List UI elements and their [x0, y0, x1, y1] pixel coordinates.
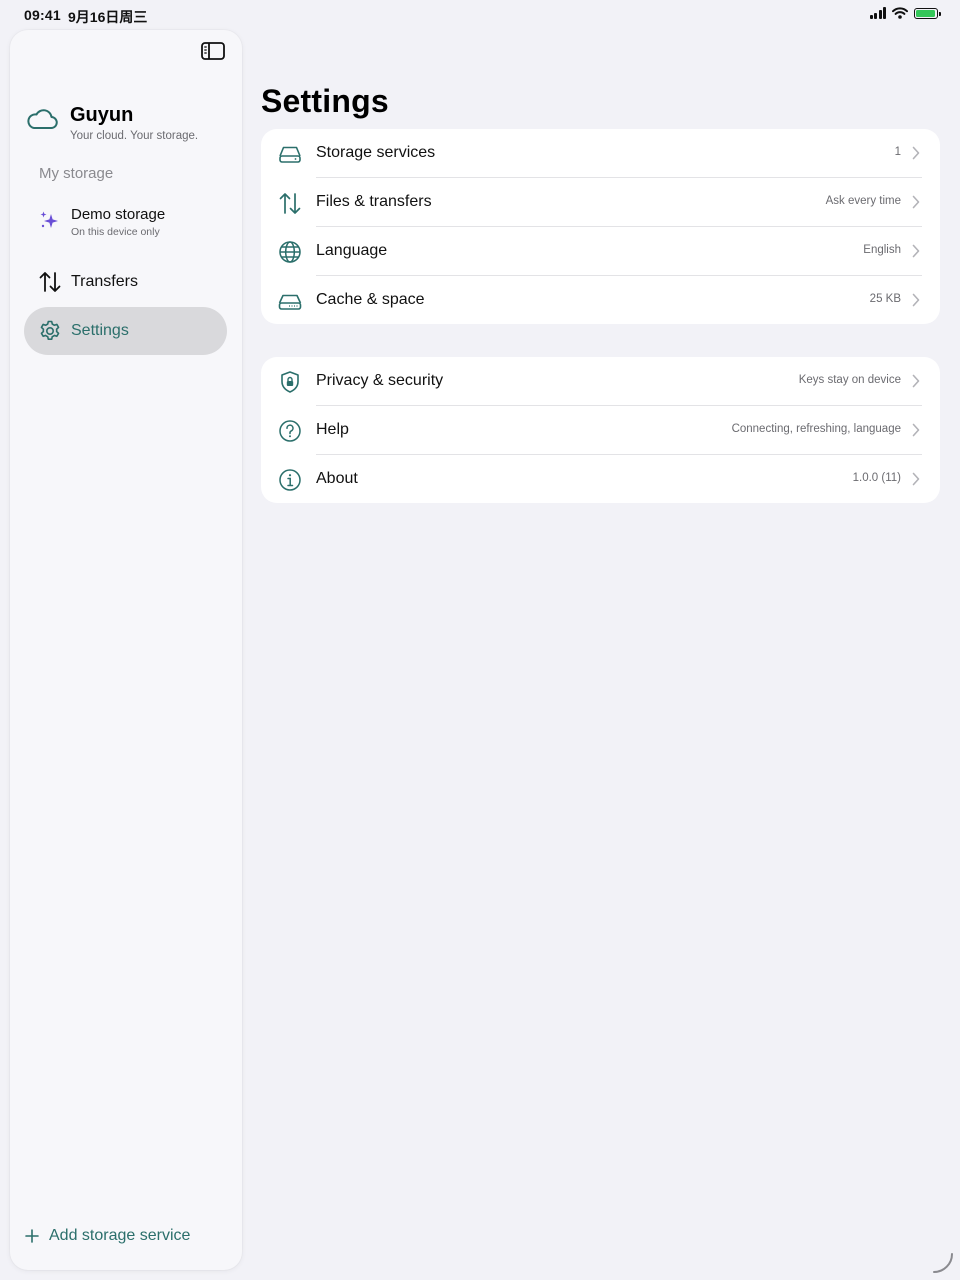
- chevron-right-icon: [912, 293, 920, 307]
- status-indicators: [869, 7, 941, 19]
- sidebar-item-demo-storage[interactable]: Demo storage On this device only: [24, 195, 227, 251]
- question-circle-icon: [279, 420, 301, 442]
- section-label-my-storage: My storage: [39, 165, 114, 182]
- settings-row-privacy-security[interactable]: Privacy & security Keys stay on device: [261, 357, 940, 406]
- settings-row-value: 1: [894, 146, 901, 158]
- arrows-up-down-icon: [279, 193, 301, 214]
- shield-lock-icon: [281, 371, 299, 393]
- settings-row-label: Cache & space: [316, 291, 425, 308]
- chevron-right-icon: [912, 423, 920, 437]
- sidebar: Guyun Your cloud. Your storage. My stora…: [10, 30, 242, 1270]
- status-time: 09:41: [24, 7, 61, 23]
- sidebar-item-label: Settings: [71, 322, 129, 339]
- plus-icon: [25, 1229, 39, 1243]
- sidebar-toggle-icon[interactable]: [200, 40, 226, 62]
- chevron-right-icon: [912, 195, 920, 209]
- settings-row-label: Storage services: [316, 144, 436, 161]
- settings-row-value: English: [863, 244, 901, 256]
- sidebar-item-settings[interactable]: Settings: [24, 307, 227, 355]
- chevron-right-icon: [912, 374, 920, 388]
- storage-item-subtitle: On this device only: [71, 226, 160, 238]
- battery-icon: [914, 7, 941, 19]
- drive-icon: [279, 146, 301, 163]
- resize-handle-icon[interactable]: [932, 1252, 954, 1274]
- add-storage-service-label: Add storage service: [49, 1227, 191, 1244]
- settings-row-value: Connecting, refreshing, language: [731, 423, 901, 435]
- settings-row-language[interactable]: Language English: [261, 227, 940, 276]
- settings-row-storage-services[interactable]: Storage services 1: [261, 129, 940, 178]
- chevron-right-icon: [912, 244, 920, 258]
- status-bar: 09:41 9月16日周三: [0, 0, 960, 30]
- status-date: 9月16日周三: [68, 9, 148, 25]
- app-name: Guyun: [70, 104, 134, 126]
- gear-icon: [40, 320, 60, 340]
- settings-group-2: Privacy & security Keys stay on device H…: [261, 357, 940, 503]
- chevron-right-icon: [912, 146, 920, 160]
- cellular-signal-icon: [869, 7, 886, 19]
- app-tagline: Your cloud. Your storage.: [70, 130, 199, 142]
- settings-row-value: Keys stay on device: [798, 374, 901, 386]
- settings-row-cache-space[interactable]: Cache & space 25 KB: [261, 276, 940, 325]
- settings-row-label: Files & transfers: [316, 193, 432, 210]
- settings-row-about[interactable]: About 1.0.0 (11): [261, 455, 940, 504]
- settings-row-value: Ask every time: [825, 195, 901, 207]
- disk-icon: [278, 294, 302, 310]
- settings-row-label: About: [316, 470, 358, 487]
- sparkles-icon: [40, 211, 58, 228]
- settings-row-value: 1.0.0 (11): [852, 472, 901, 484]
- settings-row-label: Privacy & security: [316, 372, 444, 389]
- sidebar-item-transfers[interactable]: Transfers: [24, 258, 227, 306]
- settings-row-help[interactable]: Help Connecting, refreshing, language: [261, 406, 940, 455]
- globe-icon: [279, 241, 301, 263]
- add-storage-service-button[interactable]: Add storage service: [24, 1224, 190, 1248]
- chevron-right-icon: [912, 472, 920, 486]
- settings-row-value: 25 KB: [869, 293, 901, 305]
- arrows-up-down-icon: [39, 272, 61, 292]
- sidebar-item-label: Transfers: [71, 273, 138, 290]
- storage-item-name: Demo storage: [71, 206, 166, 223]
- wifi-icon: [892, 7, 908, 19]
- settings-row-label: Language: [316, 242, 388, 259]
- settings-row-label: Help: [316, 421, 349, 438]
- info-circle-icon: [279, 469, 301, 491]
- cloud-icon: [27, 109, 58, 129]
- settings-group-1: Storage services 1 Files & transfers Ask…: [261, 129, 940, 324]
- page-title: Settings: [261, 83, 389, 119]
- settings-row-files-transfers[interactable]: Files & transfers Ask every time: [261, 178, 940, 227]
